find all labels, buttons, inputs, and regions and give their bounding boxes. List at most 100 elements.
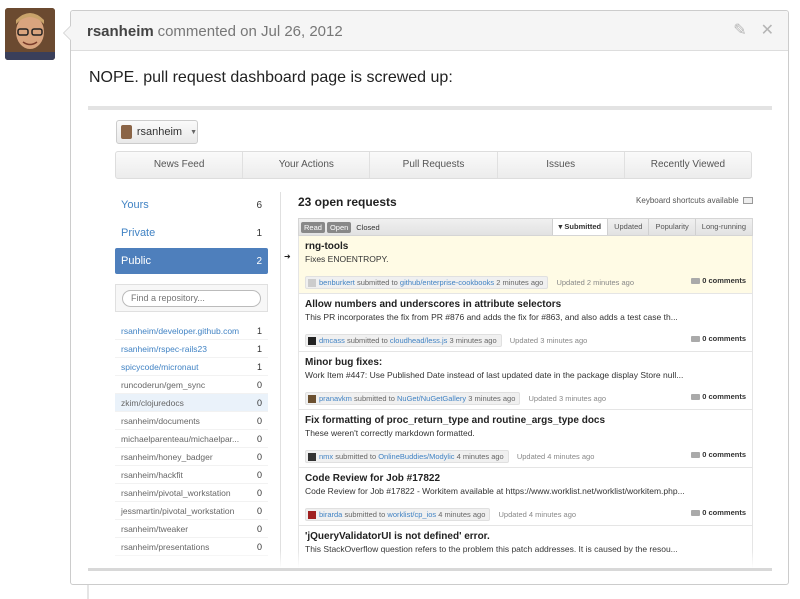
- open-button[interactable]: Open: [326, 221, 352, 233]
- list-item[interactable]: runcoderun/gem_sync 0: [115, 376, 268, 394]
- filter-public[interactable]: Public 2: [115, 248, 268, 274]
- keyboard-shortcuts-note[interactable]: Keyboard shortcuts available: [636, 192, 753, 210]
- list-item[interactable]: Code Review for Job #17822 Code Review f…: [298, 468, 753, 526]
- repo-count: 0: [256, 469, 262, 480]
- avatar: [308, 511, 316, 520]
- list-item[interactable]: Minor bug fixes: Work Item #447: Use Pub…: [298, 352, 753, 410]
- filter-count: 6: [256, 199, 262, 211]
- pr-comments[interactable]: 0 comments: [691, 276, 746, 285]
- pr-comments[interactable]: 0 comments: [691, 450, 746, 459]
- context-user: rsanheim: [136, 126, 183, 138]
- list-item[interactable]: rsanheim/rspec-rails23 1: [115, 340, 268, 358]
- pr-repo-link[interactable]: NuGet/NuGetGallery: [397, 394, 466, 403]
- pr-title[interactable]: 'jQueryValidatorUI is not defined' error…: [305, 530, 746, 543]
- list-item[interactable]: ➜ rng-tools Fixes ENOENTROPY. benburkert…: [284, 236, 753, 294]
- keyboard-note-text: Keyboard shortcuts available: [636, 196, 739, 205]
- pr-comments[interactable]: 0 comments: [691, 508, 746, 517]
- pr-title[interactable]: Minor bug fixes:: [305, 356, 746, 369]
- pr-repo-link[interactable]: github/enterprise-cookbooks: [400, 278, 494, 287]
- pr-comments[interactable]: 0 comments: [691, 392, 746, 401]
- pr-repo-link[interactable]: OnlineBuddies/Modylic: [378, 452, 454, 461]
- filter-label: Public: [121, 255, 151, 267]
- repo-list: rsanheim/developer.github.com 1 rsanheim/…: [115, 322, 268, 556]
- sort-long-running[interactable]: Long-running: [694, 219, 752, 235]
- list-item[interactable]: rsanheim/tweaker 0: [115, 520, 268, 538]
- sort-popularity[interactable]: Popularity: [648, 219, 694, 235]
- comment-actions: ✎ ✕: [733, 11, 774, 51]
- pr-updated: Updated 4 minutes ago: [516, 452, 595, 461]
- pr-comments[interactable]: 0 comments: [691, 334, 746, 343]
- pr-comment-count: 0 comments: [702, 276, 746, 285]
- pr-user-link[interactable]: nmx: [319, 452, 333, 461]
- pr-repo-link[interactable]: worklist/cp_ios: [387, 510, 436, 519]
- sort-submitted[interactable]: ▾ Submitted: [551, 219, 608, 235]
- pr-title[interactable]: Fix formatting of proc_return_type and r…: [305, 414, 746, 427]
- list-item[interactable]: michaelparenteau/michaelpar... 0: [115, 430, 268, 448]
- pr-title[interactable]: Code Review for Job #17822: [305, 472, 746, 485]
- avatar: [121, 125, 132, 139]
- pull-request-list-panel: 23 open requests Keyboard shortcuts avai…: [284, 192, 753, 568]
- comment-icon: [691, 278, 701, 285]
- repo-name: rsanheim/developer.github.com: [121, 325, 240, 336]
- repo-name: rsanheim/pivotal_workstation: [121, 487, 231, 498]
- list-item[interactable]: Fix formatting of proc_return_type and r…: [298, 410, 753, 468]
- tab-pull-requests[interactable]: Pull Requests: [370, 152, 498, 178]
- sidebar: Yours 6 Private 1 Public 2 rsanheim/deve…: [115, 192, 268, 556]
- comment-author[interactable]: rsanheim: [87, 23, 154, 40]
- repo-search-input[interactable]: [122, 289, 261, 307]
- repo-name: rsanheim/hackfit: [121, 469, 183, 480]
- list-item[interactable]: rsanheim/hackfit 0: [115, 466, 268, 484]
- pr-comment-count: 0 comments: [702, 392, 746, 401]
- pr-updated: Updated 2 minutes ago: [556, 278, 635, 287]
- repo-name: michaelparenteau/michaelpar...: [121, 433, 240, 444]
- pr-updated: Updated 3 minutes ago: [528, 394, 607, 403]
- list-item[interactable]: Allow numbers and underscores in attribu…: [298, 294, 753, 352]
- read-button[interactable]: Read: [301, 221, 325, 233]
- list-item[interactable]: rsanheim/honey_badger 0: [115, 448, 268, 466]
- repo-name: zkim/clojuredocs: [121, 397, 184, 408]
- pr-title[interactable]: rng-tools: [305, 240, 746, 253]
- repo-name: spicycode/micronaut: [121, 361, 199, 372]
- list-item[interactable]: rsanheim/documents 0: [115, 412, 268, 430]
- pr-title[interactable]: Allow numbers and underscores in attribu…: [305, 298, 746, 311]
- list-item[interactable]: zkim/clojuredocs 0: [115, 394, 268, 412]
- filter-private[interactable]: Private 1: [115, 220, 268, 246]
- pencil-icon[interactable]: ✎: [733, 11, 746, 51]
- tab-news-feed[interactable]: News Feed: [116, 152, 244, 178]
- list-item[interactable]: rsanheim/pivotal_workstation 0: [115, 484, 268, 502]
- list-item[interactable]: spicycode/micronaut 1: [115, 358, 268, 376]
- tab-recently-viewed[interactable]: Recently Viewed: [625, 152, 751, 178]
- sort-updated[interactable]: Updated: [607, 219, 648, 235]
- pr-submitted-label: submitted to: [346, 336, 388, 345]
- keyboard-icon: [743, 197, 753, 205]
- pr-user-link[interactable]: pranavkm: [319, 394, 352, 403]
- close-icon[interactable]: ✕: [761, 11, 774, 51]
- filter-count: 1: [256, 227, 262, 239]
- pr-comment-count: 0 comments: [702, 508, 746, 517]
- tab-issues[interactable]: Issues: [498, 152, 625, 178]
- comment-icon: [691, 510, 701, 517]
- pr-updated: Updated 3 minutes ago: [509, 336, 588, 345]
- pr-description: This PR incorporates the fix from PR #87…: [305, 312, 678, 322]
- avatar: [308, 279, 316, 288]
- author-avatar[interactable]: [5, 8, 55, 60]
- pr-repo-link[interactable]: cloudhead/less.js: [390, 336, 448, 345]
- pr-user-link[interactable]: benburkert: [319, 278, 355, 287]
- comment-icon: [691, 336, 701, 343]
- list-item[interactable]: jessmartin/pivotal_workstation 0: [115, 502, 268, 520]
- pr-ago: 4 minutes ago: [438, 510, 486, 519]
- list-item[interactable]: rsanheim/developer.github.com 1: [115, 322, 268, 340]
- repo-count: 1: [256, 361, 262, 372]
- closed-button[interactable]: Closed: [353, 222, 382, 233]
- screenshot-bottom-rule: [88, 568, 772, 571]
- repo-count: 1: [256, 343, 262, 354]
- pr-submitted-label: submitted to: [344, 510, 386, 519]
- pr-user-link[interactable]: dmcass: [319, 336, 345, 345]
- tab-your-actions[interactable]: Your Actions: [243, 152, 371, 178]
- pr-meta: benburkert submitted to github/enterpris…: [305, 276, 635, 290]
- pr-description: Code Review for Job #17822 - Workitem av…: [305, 486, 685, 496]
- context-switcher[interactable]: rsanheim ▼: [116, 120, 198, 144]
- repo-search-wrap: [115, 284, 268, 312]
- pr-user-link[interactable]: birarda: [319, 510, 342, 519]
- filter-yours[interactable]: Yours 6: [115, 192, 268, 218]
